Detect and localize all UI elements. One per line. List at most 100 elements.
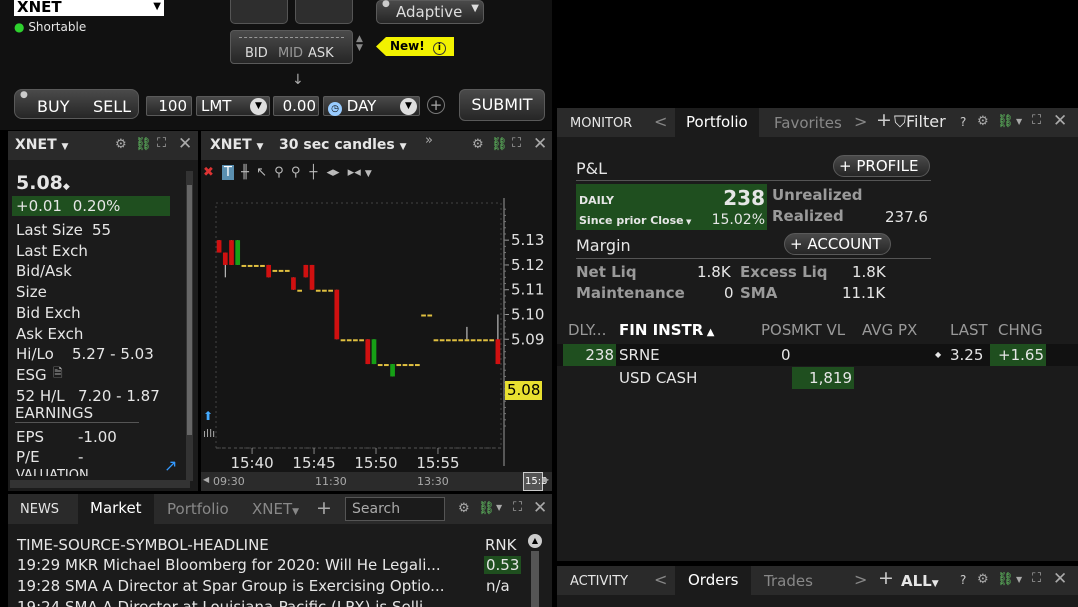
submit-button[interactable]: SUBMIT [459,89,545,121]
news-scroll-up-icon[interactable]: ▲ [528,534,542,548]
candle[interactable] [340,339,346,342]
news-headline[interactable]: 19:29 MKR Michael Bloomberg for 2020: Wi… [17,556,487,577]
ask-price-box[interactable] [295,0,353,24]
column-header[interactable]: DLY... [568,321,606,339]
zoom-in-icon[interactable]: ⚲ [274,165,284,180]
chevron-down-icon[interactable]: ▼ [1016,575,1022,584]
more-icon[interactable]: » [425,133,433,148]
candle[interactable] [260,264,265,267]
candle[interactable] [445,339,451,342]
column-header[interactable]: AVG PX [862,321,917,339]
close-icon[interactable]: ✕ [533,134,547,154]
filter-button[interactable]: ⛉Filter [894,112,946,132]
all-filter-select[interactable]: ALL▼ [901,572,939,590]
since-close-select[interactable]: Since prior Close ▼ [579,214,691,227]
news-search-input[interactable]: Search [345,497,445,521]
tab-prev-icon[interactable]: < [654,112,667,131]
expand-icon[interactable]: ⛶ [157,136,166,151]
candle[interactable] [433,339,439,342]
candle[interactable] [396,364,402,367]
candle[interactable] [421,314,426,317]
gear-icon[interactable]: ⚙ [977,114,989,129]
algo-select[interactable]: ● Adaptive ▼ [376,0,484,24]
arrows-icon[interactable]: ▸◂ [348,165,361,180]
gear-icon[interactable]: ⚙ [472,137,484,152]
quote-symbol-select[interactable]: XNET ▼ [15,137,68,153]
column-header[interactable]: POS [761,321,791,339]
link-icon[interactable]: ⛓ [478,501,495,516]
candle[interactable] [439,339,445,342]
news-headline[interactable]: 19:24 SMA A Director at Louisiana-Pacifi… [17,598,487,607]
column-header[interactable]: FIN INSTR ▲ [619,321,715,339]
tab-prev-icon[interactable]: < [654,570,667,589]
tab-market[interactable]: Market [78,494,154,524]
close-icon[interactable]: ✕ [1053,111,1067,131]
candle[interactable] [216,240,222,253]
candle[interactable] [328,289,333,292]
order-type-select[interactable]: LMT ▼ [196,96,270,116]
candle[interactable] [229,240,234,265]
candle[interactable] [241,264,247,267]
candle[interactable] [384,364,389,367]
symbol-select[interactable]: XNET ▼ [14,0,164,16]
candle[interactable] [390,364,395,377]
scrollbar-thumb[interactable] [187,185,192,435]
candle[interactable] [266,264,272,278]
candle[interactable] [458,339,464,342]
bars-tool-icon[interactable]: ╫ [241,165,249,180]
interval-select[interactable]: 30 sec candles ▼ [279,137,407,153]
quote-scrollbar[interactable] [186,171,193,481]
candle[interactable] [483,339,488,342]
candle[interactable] [464,326,470,342]
buy-sell-toggle[interactable]: ● BUY SELL [14,89,139,119]
expand-icon[interactable]: ⛶ [512,136,521,151]
horizontal-scrollbar[interactable] [10,480,190,488]
candle[interactable] [309,264,315,290]
table-row[interactable]: 238 SRNE 0 ◆ 3.25 +1.65 [557,344,1078,366]
close-icon[interactable]: ✕ [1053,569,1067,589]
text-tool-icon[interactable]: T [222,165,234,180]
candle[interactable] [272,269,278,272]
candle[interactable] [291,277,296,290]
news-headline[interactable]: 19:28 SMA A Director at Spar Group is Ex… [17,577,487,598]
candle[interactable] [476,339,482,342]
candle[interactable] [415,364,420,367]
candle[interactable] [495,314,501,365]
close-icon[interactable]: ✕ [178,134,192,154]
crosshair-icon[interactable]: ┼ [310,165,318,180]
candle[interactable] [334,289,340,340]
link-icon[interactable]: ⛓ [997,114,1014,129]
column-header[interactable]: CHNG [998,321,1043,339]
candle[interactable] [489,339,495,342]
candle[interactable] [346,339,352,342]
tab-orders[interactable]: Orders [675,566,752,595]
nav-left-arrow-icon[interactable]: ◀ [203,475,209,484]
candle[interactable] [235,240,241,265]
candle[interactable] [377,364,383,367]
esg-doc-icon[interactable]: 🗎 [53,364,63,385]
candle[interactable] [427,314,433,317]
slider-stepper-icon[interactable]: ▲ ▼ [356,35,363,53]
candle[interactable] [222,252,228,278]
candle[interactable] [470,339,476,342]
expand-icon[interactable]: ⛶ [1032,113,1041,128]
split-icon[interactable]: ◂▸ [326,165,339,180]
add-tab-icon[interactable]: + [876,109,892,131]
tif-select[interactable]: ◷ DAY ▼ [323,96,420,116]
candle[interactable] [371,339,377,365]
tab-next-icon[interactable]: > [854,570,867,589]
help-icon[interactable]: ? [960,115,966,129]
add-tab-icon[interactable]: + [316,497,332,519]
chevron-down-icon[interactable]: ▼ [365,169,372,179]
candle[interactable] [353,339,358,342]
profile-button[interactable]: + PROFILE [833,155,930,177]
column-header[interactable]: MKT VL [791,321,845,339]
new-badge[interactable]: New! i [376,37,454,56]
chart-navigator[interactable]: ◀ 09:30 11:30 13:30 15:3 ▶ [201,472,552,491]
tab-xnet[interactable]: XNET▼ [252,500,299,518]
chevron-down-icon[interactable]: ▼ [496,503,502,512]
close-icon[interactable]: ✕ [533,498,547,518]
remove-icon[interactable]: ✖ [203,165,214,180]
link-icon[interactable]: ⛓ [135,137,152,152]
candle[interactable] [402,364,408,367]
